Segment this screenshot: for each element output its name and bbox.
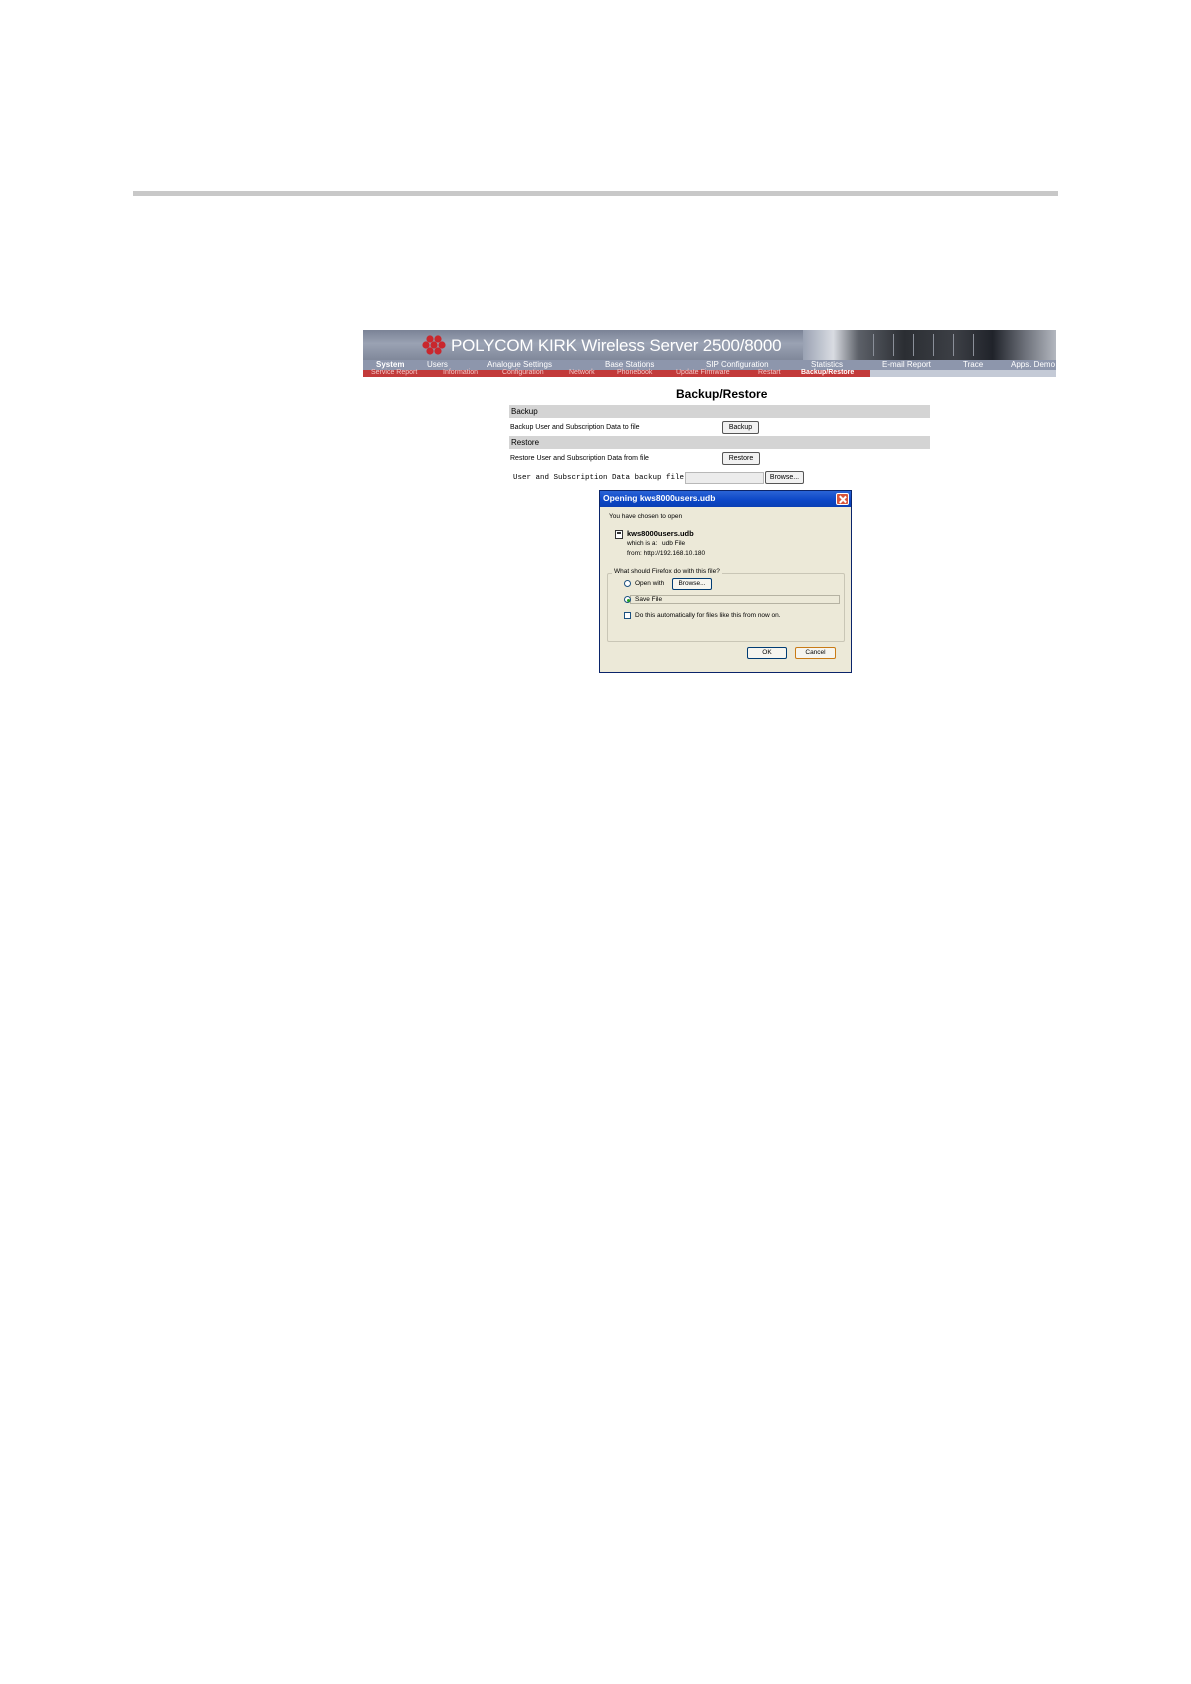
backup-section-header: Backup [509, 405, 930, 418]
polycom-logo-icon [422, 335, 446, 355]
nav-trace[interactable]: Trace [963, 360, 983, 370]
sub-navigation: Service Report Information Configuration… [363, 369, 1056, 377]
subnav-update-firmware[interactable]: Update Firmware [676, 369, 730, 377]
dialog-titlebar[interactable]: Opening kws8000users.udb [600, 491, 851, 507]
file-icon [615, 530, 623, 539]
auto-checkbox[interactable] [624, 612, 631, 619]
save-file-radio[interactable] [624, 596, 631, 603]
screenshot-panel: POLYCOM KIRK Wireless Server 2500/8000 S… [363, 330, 1056, 675]
restore-section-header: Restore [509, 436, 930, 449]
dialog-browse-button[interactable]: Browse... [672, 578, 712, 590]
brand-title: POLYCOM KIRK Wireless Server 2500/8000 [451, 336, 782, 355]
subnav-phonebook[interactable]: Phonebook [617, 369, 652, 377]
banner: POLYCOM KIRK Wireless Server 2500/8000 [363, 330, 1056, 360]
backup-file-input[interactable] [685, 472, 764, 484]
ok-button[interactable]: OK [747, 647, 787, 659]
file-source: from: http://192.168.10.180 [627, 550, 706, 557]
backup-button[interactable]: Backup [722, 421, 759, 434]
nav-apps-demo[interactable]: Apps. Demo [1011, 360, 1055, 370]
open-with-label[interactable]: Open with [635, 580, 664, 588]
nav-email-report[interactable]: E-mail Report [882, 360, 931, 370]
auto-label[interactable]: Do this automatically for files like thi… [635, 612, 781, 620]
page-title: Backup/Restore [676, 387, 768, 401]
dialog-filename: kws8000users.udb [627, 529, 694, 538]
subnav-network[interactable]: Network [569, 369, 595, 377]
restore-description: Restore User and Subscription Data from … [510, 455, 649, 462]
subnav-configuration[interactable]: Configuration [502, 369, 544, 377]
subnav-information[interactable]: Information [443, 369, 478, 377]
restore-button[interactable]: Restore [722, 452, 760, 465]
backup-description: Backup User and Subscription Data to fil… [510, 424, 640, 431]
file-type-label: which is a: [627, 540, 658, 547]
subnav-restart[interactable]: Restart [758, 369, 781, 377]
action-question: What should Firefox do with this file? [612, 568, 722, 576]
backup-file-label: User and Subscription Data backup file [513, 474, 685, 482]
server-hardware-image [803, 330, 1056, 360]
save-file-label[interactable]: Save File [635, 596, 662, 604]
subnav-backup-restore[interactable]: Backup/Restore [801, 369, 854, 377]
file-type-value: udb File [662, 540, 686, 547]
dialog-intro: You have chosen to open [609, 513, 683, 520]
close-icon[interactable] [836, 493, 849, 505]
file-open-dialog: Opening kws8000users.udb You have chosen… [599, 490, 852, 673]
page-header-rule [133, 191, 1058, 196]
subnav-service-report[interactable]: Service Report [371, 369, 417, 377]
browse-button[interactable]: Browse... [765, 471, 804, 484]
open-with-radio[interactable] [624, 580, 631, 587]
dialog-title: Opening kws8000users.udb [603, 493, 716, 503]
cancel-button[interactable]: Cancel [795, 647, 836, 659]
